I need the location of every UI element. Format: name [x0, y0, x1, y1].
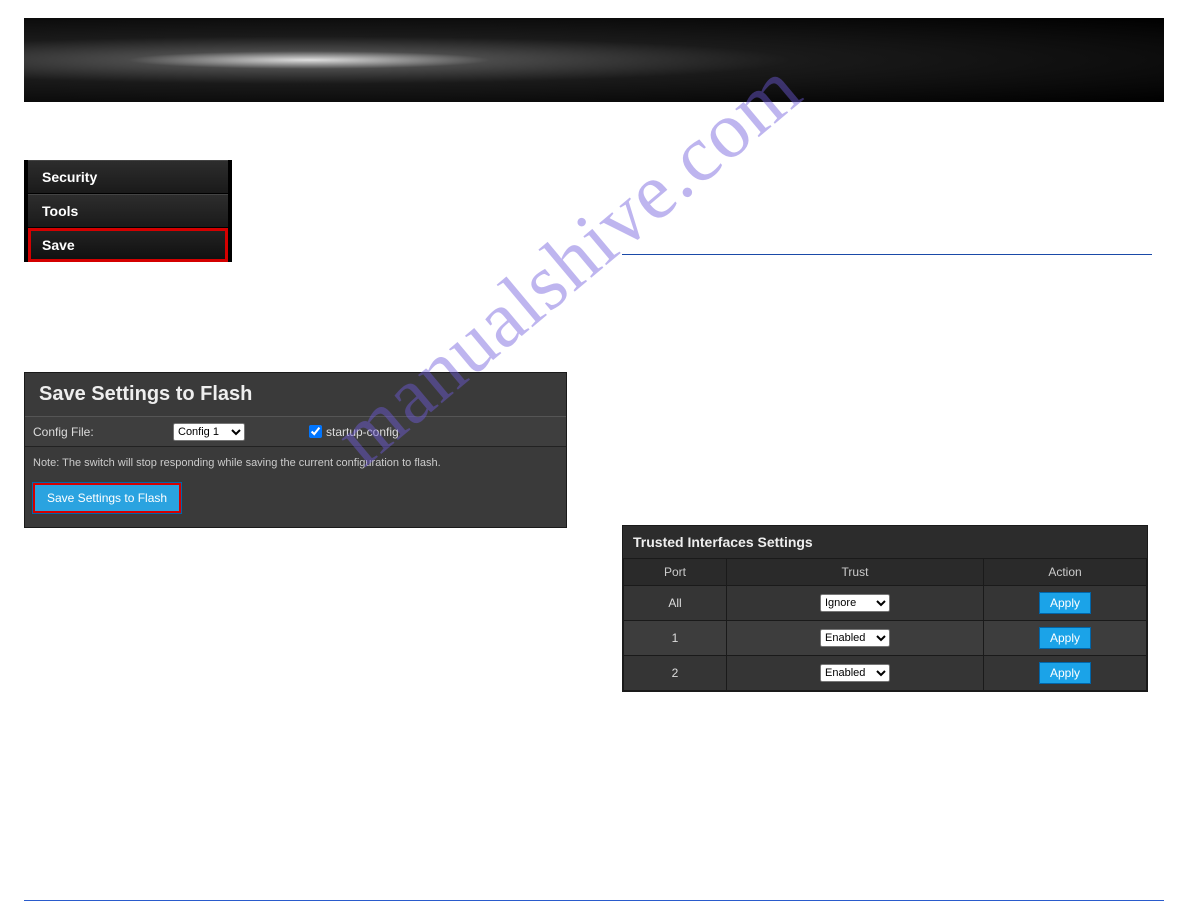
- startup-config-checkbox[interactable]: [309, 425, 322, 438]
- trusted-interfaces-panel: Trusted Interfaces Settings Port Trust A…: [622, 525, 1148, 692]
- port-cell-1: 1: [624, 621, 727, 656]
- trust-select-2[interactable]: Enabled: [820, 664, 890, 682]
- trusted-interfaces-table: Port Trust Action All Ignore Apply 1 Ena…: [623, 558, 1147, 691]
- col-action: Action: [984, 559, 1147, 586]
- config-file-label: Config File:: [33, 425, 173, 439]
- save-settings-panel: Save Settings to Flash Config File: Conf…: [24, 372, 567, 528]
- port-cell-all: All: [624, 586, 727, 621]
- config-file-select[interactable]: Config 1: [173, 423, 245, 441]
- trust-select-1[interactable]: Enabled: [820, 629, 890, 647]
- apply-button-1[interactable]: Apply: [1039, 627, 1091, 649]
- sidebar-item-tools[interactable]: Tools: [28, 194, 228, 228]
- startup-config-label: startup-config: [326, 425, 399, 439]
- port-cell-2: 2: [624, 656, 727, 691]
- sidebar-item-save[interactable]: Save: [28, 228, 228, 262]
- save-note: Note: The switch will stop responding wh…: [25, 447, 566, 483]
- sidebar-nav: Security Tools Save: [24, 160, 232, 262]
- col-trust: Trust: [727, 559, 984, 586]
- col-port: Port: [624, 559, 727, 586]
- header-banner: [24, 18, 1164, 102]
- trusted-panel-title: Trusted Interfaces Settings: [623, 526, 1147, 558]
- apply-button-2[interactable]: Apply: [1039, 662, 1091, 684]
- apply-button-all[interactable]: Apply: [1039, 592, 1091, 614]
- trust-select-all[interactable]: Ignore: [820, 594, 890, 612]
- footer-rule: [24, 900, 1164, 901]
- save-settings-to-flash-button[interactable]: Save Settings to Flash: [33, 483, 181, 513]
- link-underline: [622, 254, 1152, 255]
- sidebar-item-security[interactable]: Security: [28, 160, 228, 194]
- save-panel-title: Save Settings to Flash: [25, 373, 566, 416]
